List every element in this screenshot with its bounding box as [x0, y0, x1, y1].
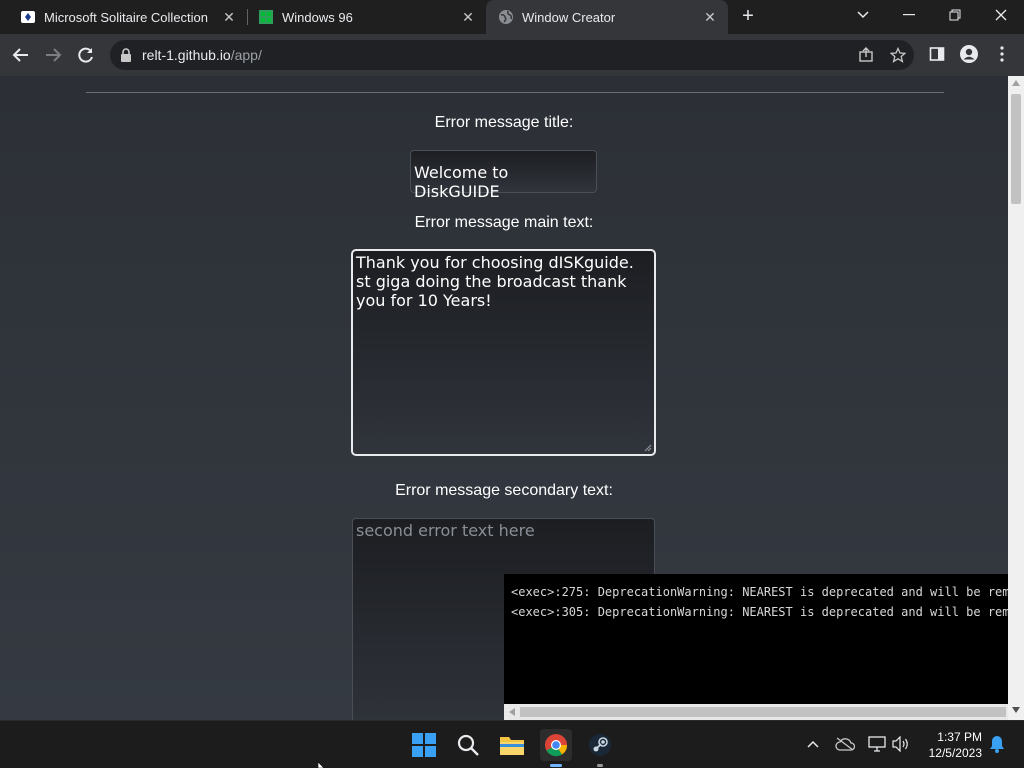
onedrive-cloud-icon[interactable] [834, 733, 856, 755]
tray-overflow-chevron-icon[interactable] [802, 733, 824, 755]
main-text-label: Error message main text: [414, 214, 594, 231]
profile-avatar-icon[interactable] [957, 42, 981, 66]
chrome-icon[interactable] [540, 729, 572, 767]
windows-96-icon [258, 9, 274, 25]
tab-windows-96[interactable]: Windows 96 ✕ [248, 0, 486, 34]
taskbar: 1:37 PM 12/5/2023 [0, 720, 1024, 768]
search-icon[interactable] [452, 729, 484, 761]
lock-icon[interactable] [120, 48, 132, 67]
side-panel-icon[interactable] [925, 42, 949, 66]
network-icon[interactable] [866, 733, 888, 755]
divider [86, 92, 944, 93]
forward-icon[interactable] [40, 42, 66, 68]
tab-label: Microsoft Solitaire Collection [44, 9, 209, 25]
console-output: <exec>:275: DeprecationWarning: NEAREST … [504, 574, 1008, 704]
system-clock[interactable]: 1:37 PM 12/5/2023 [918, 729, 982, 761]
url-host: relt-1.github.io [142, 47, 231, 63]
secondary-text-label: Error message secondary text: [395, 482, 613, 499]
start-icon[interactable] [408, 729, 440, 761]
notification-bell-icon[interactable] [986, 733, 1008, 755]
title-input[interactable]: Welcome to DiskGUIDE [410, 150, 597, 201]
url-text: relt-1.github.io/app/ [142, 47, 262, 63]
clock-date: 12/5/2023 [928, 746, 982, 760]
back-icon[interactable] [8, 42, 34, 68]
mouse-cursor-icon [318, 762, 325, 768]
menu-kebab-icon[interactable] [990, 42, 1014, 66]
scroll-up-arrow-icon[interactable] [1012, 80, 1020, 86]
solitaire-icon [20, 9, 36, 25]
clock-time: 1:37 PM [937, 730, 982, 744]
title-label: Error message title: [434, 114, 574, 131]
tab-label: Window Creator [522, 9, 616, 25]
bookmark-star-icon[interactable] [886, 43, 910, 67]
share-icon[interactable] [854, 43, 878, 67]
active-app-indicator [550, 764, 562, 767]
close-tab-icon[interactable]: ✕ [221, 9, 237, 25]
browser-tab-strip: Microsoft Solitaire Collection ✕ Windows… [0, 0, 1024, 34]
tab-solitaire[interactable]: Microsoft Solitaire Collection ✕ [0, 0, 247, 34]
secondary-text-placeholder: second error text here [356, 521, 535, 540]
steam-icon[interactable] [584, 729, 616, 767]
scrollbar-thumb[interactable] [520, 707, 1006, 717]
console-line: <exec>:275: DeprecationWarning: NEAREST … [511, 585, 1008, 599]
url-path: /app/ [230, 47, 262, 63]
console-horizontal-scrollbar[interactable] [504, 704, 1008, 720]
close-tab-icon[interactable]: ✕ [460, 9, 476, 25]
file-explorer-icon[interactable] [496, 729, 528, 761]
tab-window-creator[interactable]: Window Creator ✕ [486, 0, 728, 34]
scroll-down-arrow-icon[interactable] [1012, 707, 1020, 713]
resize-grip-icon[interactable] [644, 444, 652, 452]
browser-toolbar: relt-1.github.io/app/ [0, 34, 1024, 76]
minimize-icon[interactable] [886, 0, 932, 30]
address-bar[interactable]: relt-1.github.io/app/ [110, 40, 914, 70]
main-text-textarea[interactable]: Thank you for choosing dISKguide. st gig… [351, 249, 656, 456]
scroll-left-arrow-icon[interactable] [509, 708, 515, 716]
scrollbar-thumb[interactable] [1011, 94, 1021, 204]
tab-search-chevron-icon[interactable] [840, 0, 886, 30]
globe-icon [498, 9, 514, 25]
reload-icon[interactable] [73, 42, 99, 68]
console-line: <exec>:305: DeprecationWarning: NEAREST … [511, 605, 1008, 619]
close-window-icon[interactable] [978, 0, 1024, 30]
page-scrollbar[interactable] [1008, 76, 1024, 721]
main-text-value: Thank you for choosing dISKguide. st gig… [356, 253, 634, 310]
close-tab-icon[interactable]: ✕ [702, 9, 718, 25]
volume-icon[interactable] [890, 733, 912, 755]
running-app-indicator [597, 764, 603, 767]
tab-label: Windows 96 [282, 9, 353, 25]
restore-icon[interactable] [932, 0, 978, 30]
new-tab-icon[interactable]: + [738, 6, 758, 26]
